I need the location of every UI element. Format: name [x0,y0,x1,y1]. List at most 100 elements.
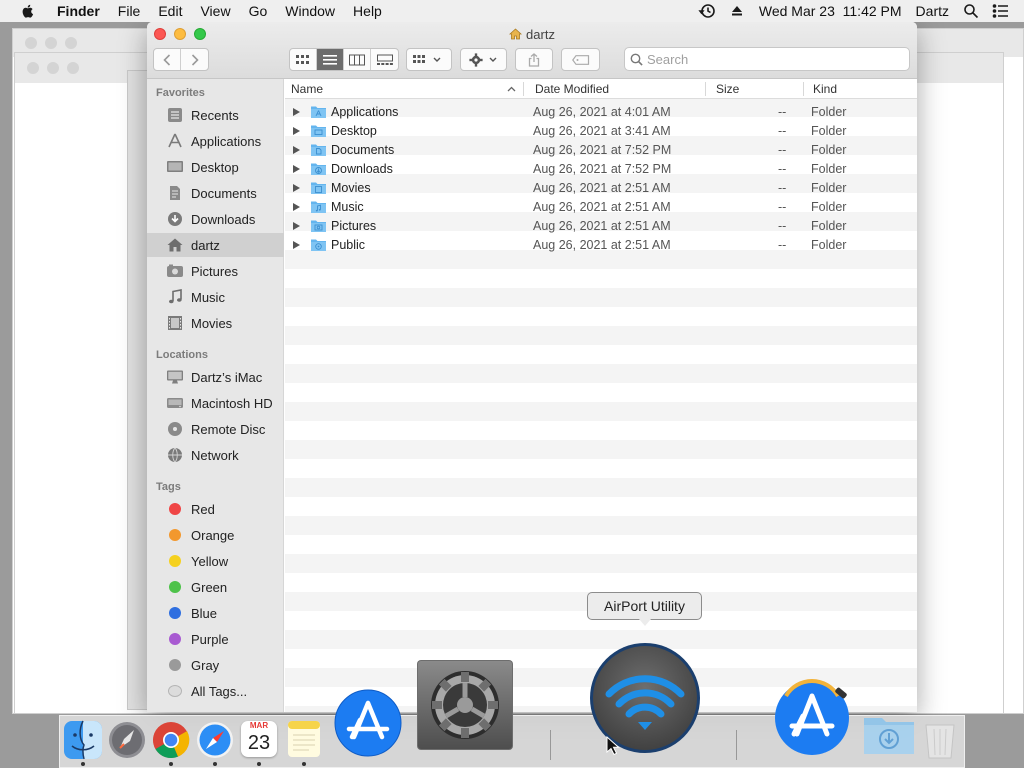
sidebar-item-label: Blue [191,605,218,621]
disclosure-triangle-icon[interactable] [293,108,300,116]
sidebar-tag-orange[interactable]: Orange [147,523,284,547]
back-button[interactable] [154,49,181,70]
disclosure-triangle-icon[interactable] [293,165,300,173]
sidebar-tag-purple[interactable]: Purple [147,627,284,651]
sidebar-item-downloads[interactable]: Downloads [147,207,284,231]
sidebar-item-label: Documents [191,185,257,201]
locations-header: Locations [156,349,208,361]
table-row[interactable]: Desktop Aug 26, 2021 at 3:41 AM -- Folde… [285,122,917,141]
table-row[interactable]: Pictures Aug 26, 2021 at 2:51 AM -- Fold… [285,217,917,236]
sidebar-tag-blue[interactable]: Blue [147,601,284,625]
sidebar-item-macintosh-hd[interactable]: Macintosh HD [147,391,284,415]
group-by-button[interactable] [406,48,452,71]
disclosure-triangle-icon[interactable] [293,203,300,211]
finder-dock-icon[interactable] [63,720,103,760]
menu-window[interactable]: Window [276,3,344,19]
dock-separator [550,730,551,760]
menu-edit[interactable]: Edit [149,3,191,19]
disclosure-triangle-icon[interactable] [293,146,300,154]
share-button[interactable] [515,48,553,71]
sidebar-item-movies[interactable]: Movies [147,311,284,335]
file-date: Aug 26, 2021 at 4:01 AM [533,105,671,119]
disclosure-triangle-icon[interactable] [293,184,300,192]
menu-finder[interactable]: Finder [48,3,109,19]
sidebar-item-label: Pictures [191,263,238,279]
menu-help[interactable]: Help [344,3,391,19]
sidebar-all-tags[interactable]: All Tags... [147,679,284,703]
gallery-view-button[interactable] [371,49,398,70]
list-view-button[interactable] [317,49,344,70]
sidebar-item-imac[interactable]: Dartz’s iMac [147,365,284,389]
menu-user[interactable]: Dartz [909,3,956,19]
chevron-right-icon [191,53,199,66]
column-date-modified[interactable]: Date Modified [535,82,609,96]
music-icon [164,288,186,306]
pictures-icon [164,262,186,280]
system-preferences-icon[interactable] [416,659,514,751]
sort-ascending-icon[interactable] [507,86,516,92]
menu-file[interactable]: File [109,3,150,19]
notification-center-icon[interactable] [992,3,1010,19]
sidebar-item-network[interactable]: Network [147,443,284,467]
column-kind[interactable]: Kind [813,82,837,96]
folder-icon [311,163,326,175]
sidebar-item-dartz[interactable]: dartz [147,233,284,257]
sidebar-item-recents[interactable]: Recents [147,103,284,127]
sidebar-tag-red[interactable]: Red [147,497,284,521]
chrome-dock-icon[interactable] [152,721,190,759]
action-button[interactable] [460,48,507,71]
file-name: Desktop [331,124,377,138]
disclosure-triangle-icon[interactable] [293,127,300,135]
column-divider[interactable] [705,82,706,96]
menu-go[interactable]: Go [240,3,277,19]
sidebar-item-label: Dartz’s iMac [191,369,263,385]
search-field[interactable] [624,47,910,71]
sidebar-tag-green[interactable]: Green [147,575,284,599]
app-store-downloading-icon[interactable] [772,672,852,758]
calendar-dock-icon[interactable]: MAR 23 [241,721,277,757]
notes-dock-icon[interactable] [286,719,322,759]
sidebar-tag-yellow[interactable]: Yellow [147,549,284,573]
column-divider[interactable] [523,82,524,96]
sidebar-tag-gray[interactable]: Gray [147,653,284,677]
table-row[interactable]: Downloads Aug 26, 2021 at 7:52 PM -- Fol… [285,160,917,179]
table-row[interactable]: Movies Aug 26, 2021 at 2:51 AM -- Folder [285,179,917,198]
column-divider[interactable] [803,82,804,96]
column-name[interactable]: Name [291,82,323,96]
menu-clock[interactable]: Wed Mar 23 11:42 PM [752,3,909,19]
tag-dot-icon [164,656,186,674]
table-row[interactable]: Applications Aug 26, 2021 at 4:01 AM -- … [285,103,917,122]
file-kind: Folder [811,181,847,195]
search-input[interactable] [647,50,902,68]
sidebar-item-documents[interactable]: Documents [147,181,284,205]
table-row[interactable]: Documents Aug 26, 2021 at 7:52 PM -- Fol… [285,141,917,160]
table-row[interactable]: Public Aug 26, 2021 at 2:51 AM -- Folder [285,236,917,255]
eject-icon[interactable] [728,3,746,19]
sidebar-item-desktop[interactable]: Desktop [147,155,284,179]
forward-button[interactable] [181,49,208,70]
trash-dock-icon[interactable] [922,719,958,761]
column-view-button[interactable] [344,49,371,70]
sidebar-item-remote-disc[interactable]: Remote Disc [147,417,284,441]
launchpad-dock-icon[interactable] [108,721,146,759]
sidebar-item-music[interactable]: Music [147,285,284,309]
sidebar: Favorites Recents Applications Desktop D… [147,79,284,712]
safari-dock-icon[interactable] [196,721,234,759]
app-store-icon[interactable] [334,689,402,757]
downloads-folder-dock-icon[interactable] [862,712,916,756]
downloads-icon [164,210,186,228]
disclosure-triangle-icon[interactable] [293,241,300,249]
sidebar-item-applications[interactable]: Applications [147,129,284,153]
menu-view[interactable]: View [191,3,239,19]
folder-icon [311,106,326,118]
apple-icon[interactable] [20,3,36,19]
file-size: -- [778,143,787,157]
disclosure-triangle-icon[interactable] [293,222,300,230]
edit-tags-button[interactable] [561,48,600,71]
icon-view-button[interactable] [290,49,317,70]
spotlight-icon[interactable] [962,3,980,19]
time-machine-icon[interactable] [698,3,716,19]
table-row[interactable]: Music Aug 26, 2021 at 2:51 AM -- Folder [285,198,917,217]
sidebar-item-pictures[interactable]: Pictures [147,259,284,283]
column-size[interactable]: Size [716,82,739,96]
